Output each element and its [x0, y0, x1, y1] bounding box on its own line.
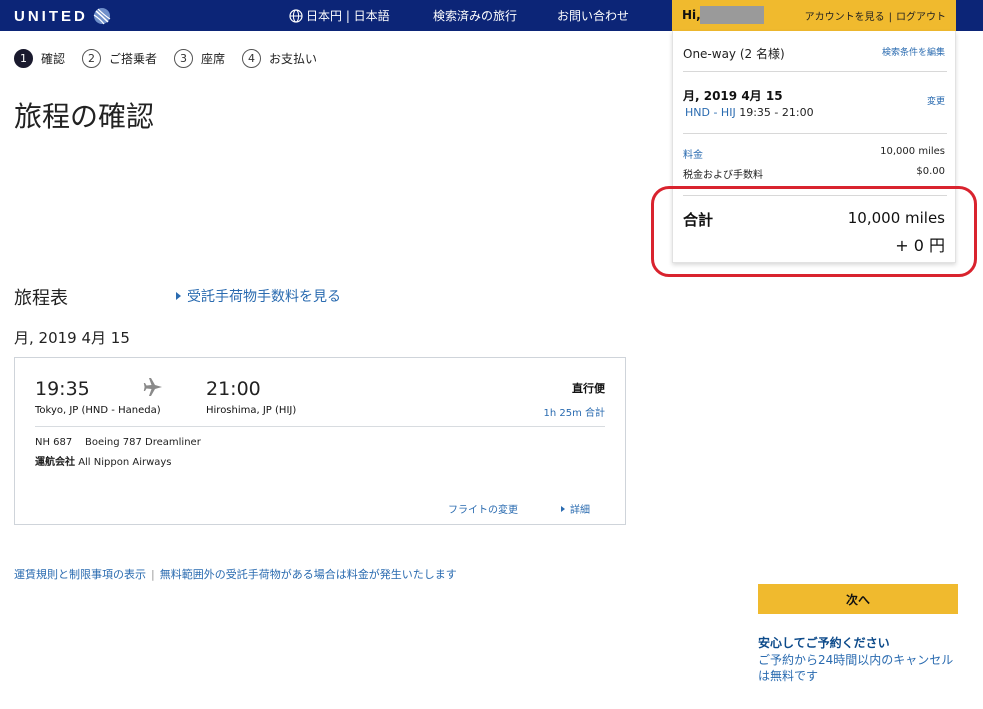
details-label: 詳細: [570, 505, 590, 516]
contact-link[interactable]: お問い合わせ: [557, 7, 629, 24]
step-payment: 4 お支払い: [242, 49, 317, 68]
flight-card: 19:35 21:00 Tokyo, JP (HND - Haneda) Hir…: [14, 357, 626, 525]
itinerary-title: 旅程表: [14, 288, 68, 309]
currency-language-selector[interactable]: 日本円 | 日本語: [289, 7, 390, 24]
step-number: 4: [242, 49, 262, 68]
route-codes: HND - HIJ: [685, 106, 736, 119]
nonstop-label: 直行便: [572, 382, 605, 395]
trip-date: 月, 2019 4月 15: [14, 329, 130, 347]
arrival-time: 21:00: [206, 378, 261, 400]
operator-name: All Nippon Airways: [78, 457, 172, 468]
link-separator: |: [151, 568, 155, 581]
airplane-icon: [143, 378, 162, 396]
aircraft-type: Boeing 787 Dreamliner: [85, 437, 201, 448]
step-number: 3: [174, 49, 194, 68]
divider: [683, 71, 947, 72]
step-label: お支払い: [269, 52, 318, 66]
operator-label: 運航会社: [35, 457, 75, 468]
step-seats: 3 座席: [174, 49, 225, 68]
view-account-link[interactable]: アカウントを見る: [805, 12, 885, 23]
summary-date: 月, 2019 4月 15: [683, 89, 783, 103]
logo-text: UNITED: [14, 7, 88, 25]
step-confirm: 1 確認: [14, 49, 65, 68]
trip-type: One-way (2 名様): [683, 47, 785, 61]
fare-value: 10,000 miles: [880, 146, 945, 157]
step-label: 座席: [201, 52, 226, 66]
divider: [683, 133, 947, 134]
link-separator: |: [888, 12, 892, 23]
details-link[interactable]: 詳細: [561, 501, 590, 516]
arrival-city: Hiroshima, JP (HIJ): [206, 405, 297, 416]
recent-searches-link[interactable]: 検索済みの旅行: [433, 7, 517, 24]
change-flight-link[interactable]: フライトの変更: [448, 501, 518, 516]
baggage-fees-link[interactable]: 受託手荷物手数料を見る: [176, 286, 341, 306]
flight-number: NH 687: [35, 437, 73, 448]
caret-right-icon: [561, 505, 565, 512]
step-number: 1: [14, 49, 33, 68]
summary-route: HND - HIJ 19:35 - 21:00: [685, 106, 814, 119]
logout-link[interactable]: ログアウト: [896, 12, 946, 23]
progress-steps: 1 確認 2 ご搭乗者 3 座席 4 お支払い: [14, 49, 334, 68]
departure-time: 19:35: [35, 378, 90, 400]
baggage-fees-label: 受託手荷物手数料を見る: [187, 289, 341, 305]
edit-search-link[interactable]: 検索条件を編集: [882, 45, 945, 58]
top-header: UNITED 日本円 | 日本語 検索済みの旅行 お問い合わせ Hi, アカウン…: [0, 0, 983, 31]
united-logo[interactable]: UNITED: [14, 7, 112, 25]
baggage-note-link[interactable]: 無料範囲外の受託手荷物がある場合は料金が発生いたします: [160, 568, 457, 581]
redacted-username: [700, 6, 764, 24]
assurance-title: 安心してご予約ください: [758, 636, 890, 650]
fare-label[interactable]: 料金: [683, 146, 703, 161]
globe-logo-icon: [93, 8, 111, 25]
change-link[interactable]: 変更: [927, 94, 945, 107]
tax-label: 税金および手数料: [683, 170, 763, 181]
step-passengers: 2 ご搭乗者: [82, 49, 157, 68]
account-bar: Hi, アカウントを見る | ログアウト: [672, 0, 956, 31]
red-highlight-annotation: [651, 186, 977, 277]
departure-city: Tokyo, JP (HND - Haneda): [35, 405, 161, 416]
step-label: ご搭乗者: [109, 52, 158, 66]
step-number: 2: [82, 49, 102, 68]
step-label: 確認: [41, 52, 66, 66]
assurance-text[interactable]: ご予約から24時間以内のキャンセルは無料です: [758, 652, 963, 684]
page-title: 旅程の確認: [14, 100, 155, 133]
tax-value: $0.00: [916, 166, 945, 177]
divider: [35, 426, 605, 427]
operating-carrier: 運航会社 All Nippon Airways: [35, 453, 172, 468]
fare-rules-link[interactable]: 運賃規則と制限事項の表示: [14, 568, 146, 581]
next-button[interactable]: 次へ: [758, 584, 958, 614]
flight-duration: 1h 25m 合計: [543, 408, 605, 419]
footer-links: 運賃規則と制限事項の表示 | 無料範囲外の受託手荷物がある場合は料金が発生いたします: [14, 566, 457, 582]
language-label: 日本円 | 日本語: [306, 9, 390, 23]
globe-icon: [289, 8, 303, 23]
route-times: 19:35 - 21:00: [739, 106, 814, 119]
greeting: Hi,: [682, 8, 701, 22]
caret-right-icon: [176, 292, 181, 300]
